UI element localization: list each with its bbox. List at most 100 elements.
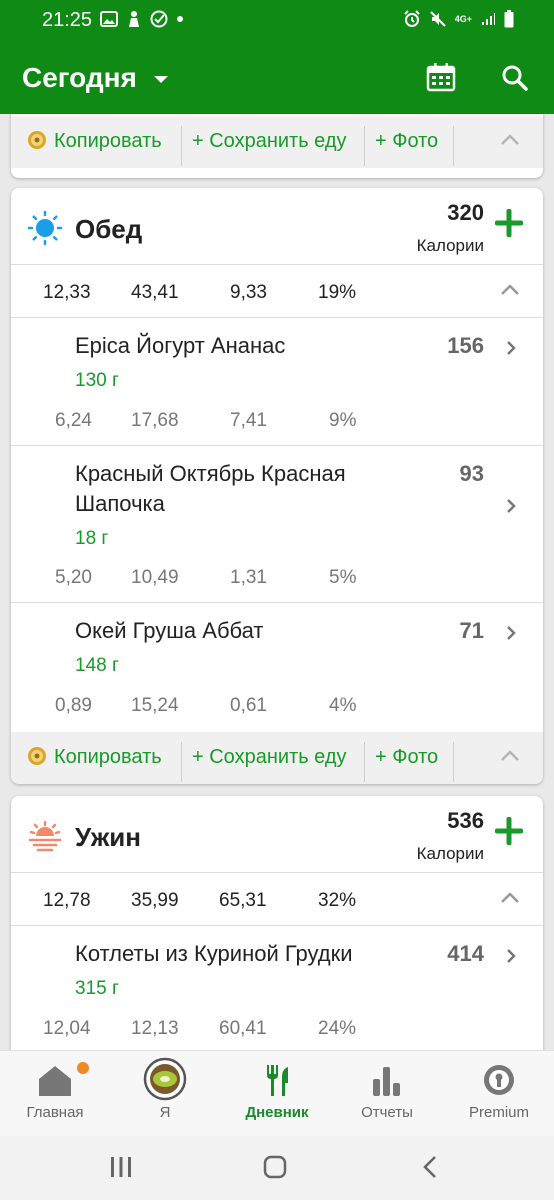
save-food-button[interactable]: + Сохранить еду xyxy=(192,746,347,769)
premium-coin-icon xyxy=(28,131,46,149)
status-time: 21:25 xyxy=(42,9,93,31)
food-calories: 414 xyxy=(447,941,484,966)
food-carbs: 15,24 xyxy=(131,695,179,716)
sunset-icon xyxy=(28,820,62,852)
nav-home-label: Главная xyxy=(26,1104,84,1121)
search-icon[interactable] xyxy=(502,65,528,91)
system-navigation-bar xyxy=(0,1136,554,1200)
food-rdi: 5% xyxy=(329,567,357,588)
lunch-rdi: 19% xyxy=(318,282,357,303)
breakfast-actions: Копировать + Сохранить еду + Фото xyxy=(11,116,543,168)
nav-reports[interactable]: Отчеты xyxy=(344,1051,430,1137)
food-carbs: 10,49 xyxy=(131,567,179,588)
nav-premium-label: Premium xyxy=(468,1104,529,1121)
alarm-icon xyxy=(404,10,420,27)
chevron-up-icon[interactable] xyxy=(500,284,520,296)
food-fat: 0,89 xyxy=(55,695,92,716)
save-food-button[interactable]: + Сохранить еду xyxy=(192,130,347,153)
food-rdi: 4% xyxy=(329,695,357,716)
chevron-up-icon[interactable] xyxy=(500,750,520,762)
network-type: 4G+ xyxy=(454,14,472,24)
food-item[interactable]: Котлеты из Куриной Грудки 414 315 г 12,0… xyxy=(11,926,543,1050)
lunch-carbs: 43,41 xyxy=(131,282,179,303)
nav-premium[interactable]: Premium xyxy=(454,1051,544,1137)
page-title[interactable]: Сегодня xyxy=(22,62,137,94)
lunch-card: Обед 320 Калории 12,33 43,41 9,33 19% Ep… xyxy=(11,188,543,784)
breakfast-card: Копировать + Сохранить еду + Фото xyxy=(11,114,543,178)
signal-icon xyxy=(482,13,495,25)
chevron-up-icon[interactable] xyxy=(500,134,520,146)
chevron-right-icon[interactable] xyxy=(506,948,516,964)
food-name: Красный Октябрь Красная Шапочка xyxy=(75,461,346,516)
lunch-calories: 320 xyxy=(447,200,484,225)
food-amount: 18 г xyxy=(75,528,109,549)
calendar-icon[interactable] xyxy=(426,62,456,92)
food-protein: 7,41 xyxy=(230,410,267,431)
divider xyxy=(11,872,543,873)
status-bar: 21:25 4G+ xyxy=(0,0,554,42)
divider xyxy=(181,742,182,782)
food-item[interactable]: Красный Октябрь Красная Шапочка 93 18 г … xyxy=(11,446,543,602)
photo-button[interactable]: + Фото xyxy=(375,130,438,153)
chevron-right-icon[interactable] xyxy=(506,625,516,641)
status-right-icons: 4G+ xyxy=(403,10,514,28)
battery-icon xyxy=(504,10,514,28)
nav-me-label: Я xyxy=(159,1104,171,1121)
divider xyxy=(453,742,454,782)
food-calories: 71 xyxy=(459,618,484,643)
food-item[interactable]: Epica Йогурт Ананас 156 130 г 6,24 17,68… xyxy=(11,318,543,445)
add-food-plus-icon[interactable] xyxy=(495,209,523,237)
food-carbs: 12,13 xyxy=(131,1018,179,1039)
dropdown-caret-icon[interactable] xyxy=(153,75,169,85)
food-name: Epica Йогурт Ананас xyxy=(75,333,286,358)
food-protein: 60,41 xyxy=(219,1018,267,1039)
food-protein: 1,31 xyxy=(230,567,267,588)
photo-button[interactable]: + Фото xyxy=(375,746,438,769)
food-rdi: 9% xyxy=(329,410,357,431)
food-protein: 0,61 xyxy=(230,695,267,716)
food-rdi: 24% xyxy=(318,1018,357,1039)
copy-button[interactable]: Копировать xyxy=(54,746,162,769)
bottom-navigation: Главная Я Дневник Отчеты Premium xyxy=(0,1050,554,1136)
check-circle-icon xyxy=(150,10,168,28)
dinner-calories: 536 xyxy=(447,808,484,833)
diary-content[interactable]: Копировать + Сохранить еду + Фото Обед 3… xyxy=(0,114,554,1050)
image-notification-icon xyxy=(100,11,118,27)
dinner-rdi: 32% xyxy=(318,890,357,911)
back-icon[interactable] xyxy=(422,1155,438,1179)
dinner-carbs: 35,99 xyxy=(131,890,179,911)
lunch-actions: Копировать + Сохранить еду + Фото xyxy=(11,732,543,784)
fork-knife-icon xyxy=(267,1065,288,1096)
nav-diary[interactable]: Дневник xyxy=(232,1051,322,1137)
food-fat: 12,04 xyxy=(43,1018,91,1039)
nav-home[interactable]: Главная xyxy=(12,1051,98,1137)
bar-chart-icon xyxy=(373,1067,400,1096)
chevron-right-icon[interactable] xyxy=(506,498,516,514)
dinner-title: Ужин xyxy=(75,822,141,852)
food-fat: 5,20 xyxy=(55,567,92,588)
food-carbs: 17,68 xyxy=(131,410,179,431)
food-amount: 148 г xyxy=(75,655,119,676)
divider xyxy=(364,126,365,166)
chevron-up-icon[interactable] xyxy=(500,892,520,904)
nav-me[interactable]: Я xyxy=(122,1051,208,1137)
recent-apps-icon[interactable] xyxy=(109,1156,133,1178)
add-food-plus-icon[interactable] xyxy=(495,817,523,845)
divider xyxy=(364,742,365,782)
food-fat: 6,24 xyxy=(55,410,92,431)
home-button-icon[interactable] xyxy=(263,1155,287,1179)
food-amount: 315 г xyxy=(75,978,119,999)
home-icon xyxy=(39,1066,71,1096)
dot-icon xyxy=(177,16,183,22)
divider xyxy=(181,126,182,166)
dinner-calories-label: Калории xyxy=(416,844,484,863)
lunch-protein: 9,33 xyxy=(230,282,267,303)
dinner-card: Ужин 536 Калории 12,78 35,99 65,31 32% К… xyxy=(11,796,543,1050)
food-item[interactable]: Окей Груша Аббат 71 148 г 0,89 15,24 0,6… xyxy=(11,603,543,732)
lunch-title: Обед xyxy=(75,214,143,244)
lunch-fat: 12,33 xyxy=(43,282,91,303)
food-name: Котлеты из Куриной Грудки xyxy=(75,941,353,966)
nav-diary-label: Дневник xyxy=(245,1104,309,1121)
chevron-right-icon[interactable] xyxy=(506,340,516,356)
copy-button[interactable]: Копировать xyxy=(54,130,162,153)
